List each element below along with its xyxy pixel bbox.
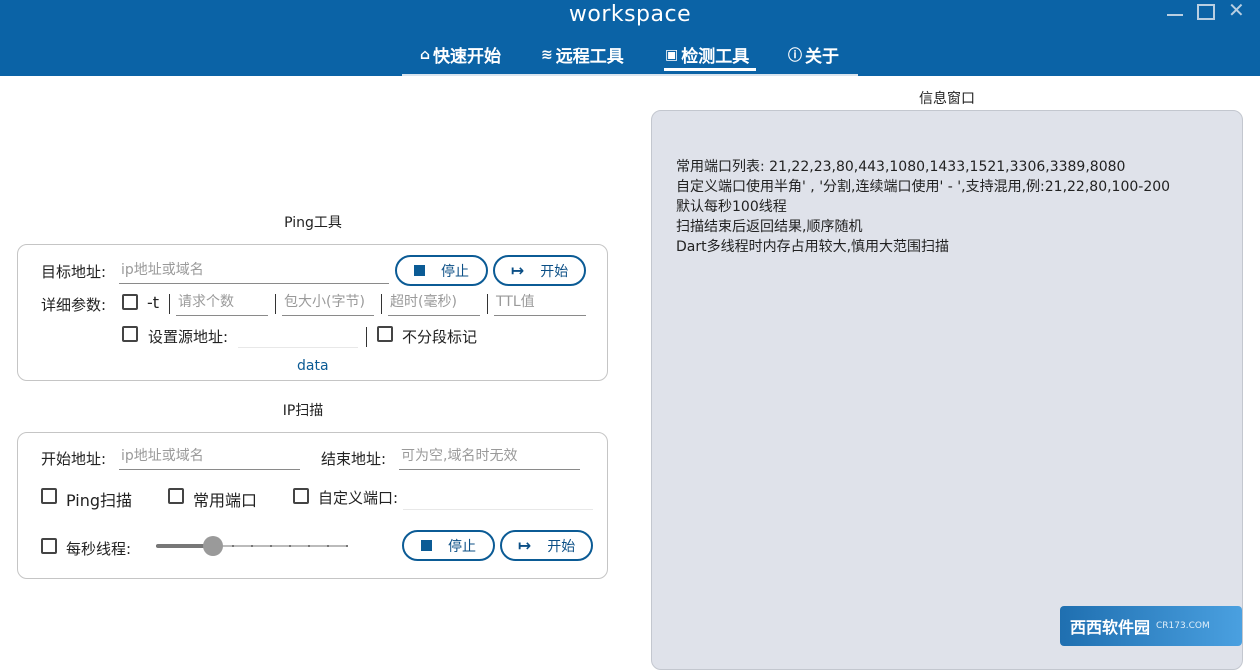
divider: [366, 327, 367, 347]
custom-ports-input[interactable]: [403, 484, 593, 510]
data-link[interactable]: data: [297, 358, 329, 374]
terminal-icon: ▣: [665, 46, 679, 63]
maximize-icon[interactable]: [1197, 4, 1215, 20]
end-address-input[interactable]: 可为空,域名时无效: [399, 444, 580, 470]
info-window: 常用端口列表: 21,22,23,80,443,1080,1433,1521,3…: [651, 110, 1243, 670]
slider-tick: [175, 545, 177, 547]
tab-remote-tools[interactable]: ≋ 远程工具: [541, 42, 624, 68]
target-address-input[interactable]: ip地址或域名: [119, 258, 389, 284]
info-text: 常用端口列表: 21,22,23,80,443,1080,1433,1521,3…: [676, 157, 1170, 257]
watermark-logo: 西西软件园 CR173.COM: [1060, 606, 1242, 646]
custom-ports-checkbox[interactable]: [293, 488, 309, 504]
threads-label: 每秒线程:: [66, 540, 132, 558]
divider: [275, 294, 276, 314]
ping-stop-button[interactable]: 停止: [395, 255, 488, 286]
info-line: 常用端口列表: 21,22,23,80,443,1080,1433,1521,3…: [676, 159, 1126, 175]
tab-about[interactable]: ⓘ 关于: [788, 42, 839, 67]
start-arrow-icon: ↦: [510, 261, 525, 280]
tab-quick-start[interactable]: ⌂ 快速开始: [420, 42, 502, 68]
stop-icon: [414, 265, 425, 276]
slider-tick: [308, 545, 310, 547]
no-fragment-label: 不分段标记: [402, 328, 478, 346]
minimize-icon[interactable]: [1167, 4, 1183, 16]
threads-slider-thumb[interactable]: [203, 536, 223, 556]
end-address-label: 结束地址:: [321, 450, 387, 468]
tab-label: 快速开始: [433, 47, 502, 67]
custom-ports-label: 自定义端口:: [318, 489, 399, 507]
stop-label: 停止: [448, 538, 476, 555]
close-icon[interactable]: ✕: [1228, 0, 1245, 22]
info-line: 自定义端口使用半角' , '分割,连续端口使用' - ',支持混用,例:21,2…: [676, 179, 1171, 195]
stop-icon: [421, 540, 432, 551]
ping-scan-label: Ping扫描: [66, 491, 133, 510]
window-title: workspace: [568, 2, 692, 27]
source-address-input[interactable]: [238, 322, 358, 348]
divider: [169, 294, 170, 314]
ping-scan-checkbox[interactable]: [41, 488, 57, 504]
info-window-title: 信息窗口: [919, 91, 975, 107]
divider: [487, 294, 488, 314]
slider-tick: [327, 545, 329, 547]
timeout-input[interactable]: 超时(毫秒): [388, 290, 480, 316]
target-address-label: 目标地址:: [41, 263, 107, 281]
tab-label: 关于: [805, 47, 839, 67]
divider: [381, 294, 382, 314]
stop-label: 停止: [441, 263, 469, 280]
t-checkbox[interactable]: [122, 294, 138, 310]
ttl-input[interactable]: TTL值: [494, 290, 586, 316]
slider-tick: [289, 545, 291, 547]
start-arrow-icon: ↦: [517, 536, 532, 555]
params-label: 详细参数:: [41, 296, 107, 314]
no-fragment-checkbox[interactable]: [377, 326, 393, 342]
scan-stop-button[interactable]: 停止: [402, 530, 495, 561]
tab-label: 检测工具: [681, 47, 750, 67]
slider-tick: [232, 545, 234, 547]
slider-tick: [251, 545, 253, 547]
scan-start-button[interactable]: ↦ 开始: [500, 530, 593, 561]
info-line: Dart多线程时内存占用较大,慎用大范围扫描: [676, 239, 950, 255]
slider-tick: [156, 545, 158, 547]
t-label: -t: [147, 293, 160, 312]
watermark-sub: CR173.COM: [1156, 621, 1210, 631]
packet-size-input[interactable]: 包大小(字节): [282, 290, 374, 316]
watermark-text: 西西软件园: [1070, 618, 1151, 637]
source-address-label: 设置源地址:: [148, 328, 229, 346]
start-address-input[interactable]: ip地址或域名: [119, 444, 300, 470]
tab-divider: [402, 74, 858, 76]
active-tab-indicator: [664, 68, 756, 71]
info-icon: ⓘ: [788, 47, 802, 64]
slider-tick: [270, 545, 272, 547]
start-address-label: 开始地址:: [41, 450, 107, 468]
ping-section-title: Ping工具: [284, 215, 342, 231]
slider-tick: [194, 545, 196, 547]
tab-bar: ⌂ 快速开始 ≋ 远程工具 ▣ 检测工具 ⓘ 关于: [0, 38, 1260, 76]
start-label: 开始: [540, 263, 569, 280]
source-address-checkbox[interactable]: [122, 326, 138, 342]
common-ports-label: 常用端口: [193, 491, 258, 510]
tab-label: 远程工具: [555, 47, 624, 67]
common-ports-checkbox[interactable]: [168, 488, 184, 504]
info-line: 扫描结束后返回结果,顺序随机: [676, 219, 863, 235]
count-input[interactable]: 请求个数: [176, 290, 268, 316]
ping-start-button[interactable]: ↦ 开始: [493, 255, 586, 286]
tab-detection-tools[interactable]: ▣ 检测工具: [665, 42, 750, 68]
home-icon: ⌂: [420, 46, 431, 63]
info-line: 默认每秒100线程: [676, 199, 787, 215]
ipscan-section-title: IP扫描: [282, 403, 324, 419]
wifi-icon: ≋: [541, 46, 553, 63]
start-label: 开始: [547, 538, 576, 555]
threads-checkbox[interactable]: [41, 538, 57, 554]
title-bar: workspace ✕ ⌂ 快速开始 ≋ 远程工具 ▣ 检测工具 ⓘ 关于: [0, 0, 1260, 76]
slider-tick: [346, 545, 348, 547]
